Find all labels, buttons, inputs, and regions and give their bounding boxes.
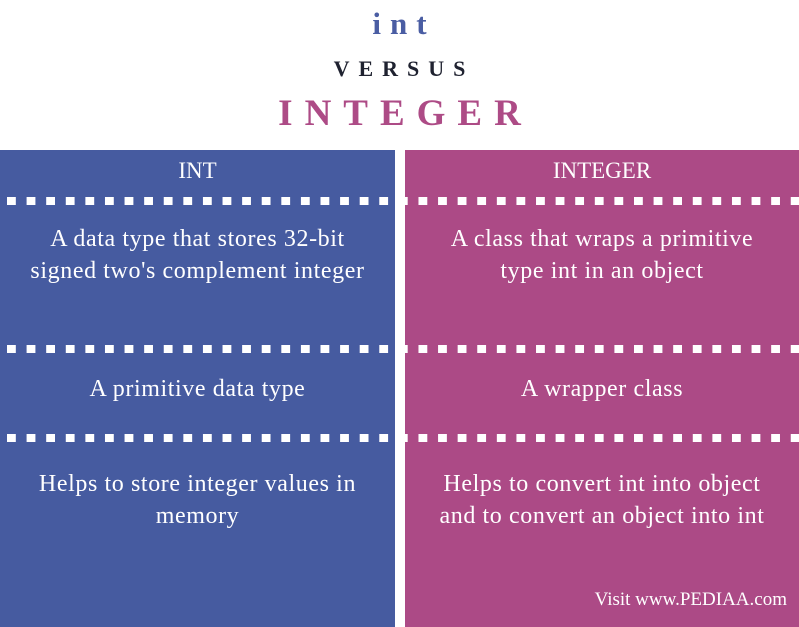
int-row-definition: A data type that stores 32-bit signed tw… [30, 226, 365, 284]
title-versus: VERSUS [333, 56, 475, 81]
int-row-purpose: Helps to store integer values in memory [38, 471, 357, 529]
integer-row-definition: A class that wraps a primitive type int … [450, 226, 754, 284]
integer-row-purpose: Helps to convert int into object and to … [439, 471, 765, 529]
dotted-divider [0, 197, 799, 205]
int-row-type: A primitive data type [89, 376, 306, 402]
dotted-divider [0, 434, 799, 442]
integer-column: INTEGER A class that wraps a primitive t… [405, 150, 799, 627]
integer-column-header: INTEGER [552, 158, 652, 183]
integer-row-type: A wrapper class [520, 376, 684, 402]
dotted-divider [0, 345, 799, 353]
int-column: INT A data type that stores 32-bit signe… [0, 150, 395, 627]
credit-text: Visit www.PEDIAA.com [594, 589, 787, 610]
title-term-b: INTEGER [278, 93, 533, 134]
int-column-header: INT [178, 158, 217, 183]
title-term-a: int [372, 6, 436, 41]
